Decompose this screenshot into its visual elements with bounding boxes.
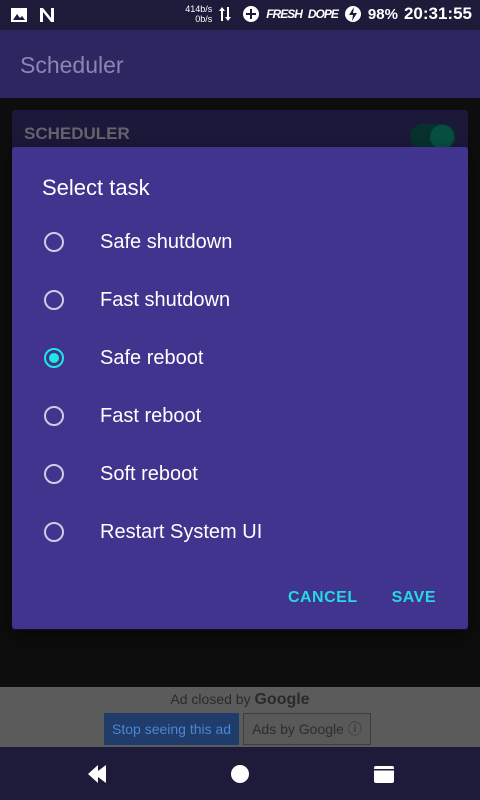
ad-closed-text: Ad closed by Google — [0, 691, 480, 709]
plus-circle-icon — [242, 5, 260, 23]
stop-seeing-ad-button[interactable]: Stop seeing this ad — [104, 713, 240, 745]
option-label: Fast shutdown — [100, 288, 231, 311]
radio-button[interactable] — [44, 406, 64, 426]
save-button[interactable]: SAVE — [392, 589, 436, 607]
option-label: Restart System UI — [100, 520, 263, 543]
back-icon[interactable] — [86, 761, 112, 787]
cancel-button[interactable]: CANCEL — [288, 589, 358, 607]
recents-icon[interactable] — [371, 761, 397, 787]
option-soft-reboot[interactable]: Soft reboot — [12, 445, 468, 503]
option-label: Fast reboot — [100, 404, 202, 427]
task-options: Safe shutdown Fast shutdown Safe reboot … — [12, 213, 468, 561]
app-title: Scheduler — [20, 52, 124, 78]
radio-button[interactable] — [44, 464, 64, 484]
option-safe-reboot[interactable]: Safe reboot — [12, 329, 468, 387]
option-safe-shutdown[interactable]: Safe shutdown — [12, 213, 468, 271]
radio-button-selected[interactable] — [44, 348, 64, 368]
ads-by-google-button[interactable]: Ads by Google ⓘ — [243, 713, 371, 745]
select-task-dialog: Select task Safe shutdown Fast shutdown … — [12, 147, 468, 629]
option-fast-shutdown[interactable]: Fast shutdown — [12, 271, 468, 329]
speed-up: 414b/s — [185, 4, 213, 14]
battery-level: 98% — [367, 5, 398, 23]
app-bar: Scheduler — [0, 30, 480, 98]
dialog-title: Select task — [42, 175, 150, 200]
radio-button[interactable] — [44, 290, 64, 310]
option-label: Safe reboot — [100, 346, 204, 369]
image-icon — [10, 6, 28, 24]
ad-closed-brand: Google — [254, 691, 310, 708]
option-label: Safe shutdown — [100, 230, 233, 253]
data-arrows-icon — [218, 5, 236, 23]
home-icon[interactable] — [227, 761, 253, 787]
ad-closed-label: Ad closed by — [170, 691, 251, 707]
option-restart-system-ui[interactable]: Restart System UI — [12, 503, 468, 561]
dialog-actions: CANCEL SAVE — [288, 589, 436, 607]
radio-button[interactable] — [44, 522, 64, 542]
status-bar: 414b/s 0b/s FRESH DOPE 98% 20:31:55 — [0, 0, 480, 30]
network-speed: 414b/s 0b/s — [185, 4, 212, 24]
radio-button[interactable] — [44, 232, 64, 252]
flash-icon — [344, 5, 362, 23]
speed-down: 0b/s — [195, 14, 213, 24]
option-fast-reboot[interactable]: Fast reboot — [12, 387, 468, 445]
dope-tag: DOPE — [307, 7, 339, 21]
clock: 20:31:55 — [403, 4, 472, 23]
option-label: Soft reboot — [100, 462, 198, 485]
n-notification-icon — [38, 6, 56, 24]
navigation-bar — [0, 747, 480, 800]
ad-banner: Ad closed by Google Stop seeing this ad … — [0, 687, 480, 747]
fresh-tag: FRESH — [266, 7, 303, 21]
